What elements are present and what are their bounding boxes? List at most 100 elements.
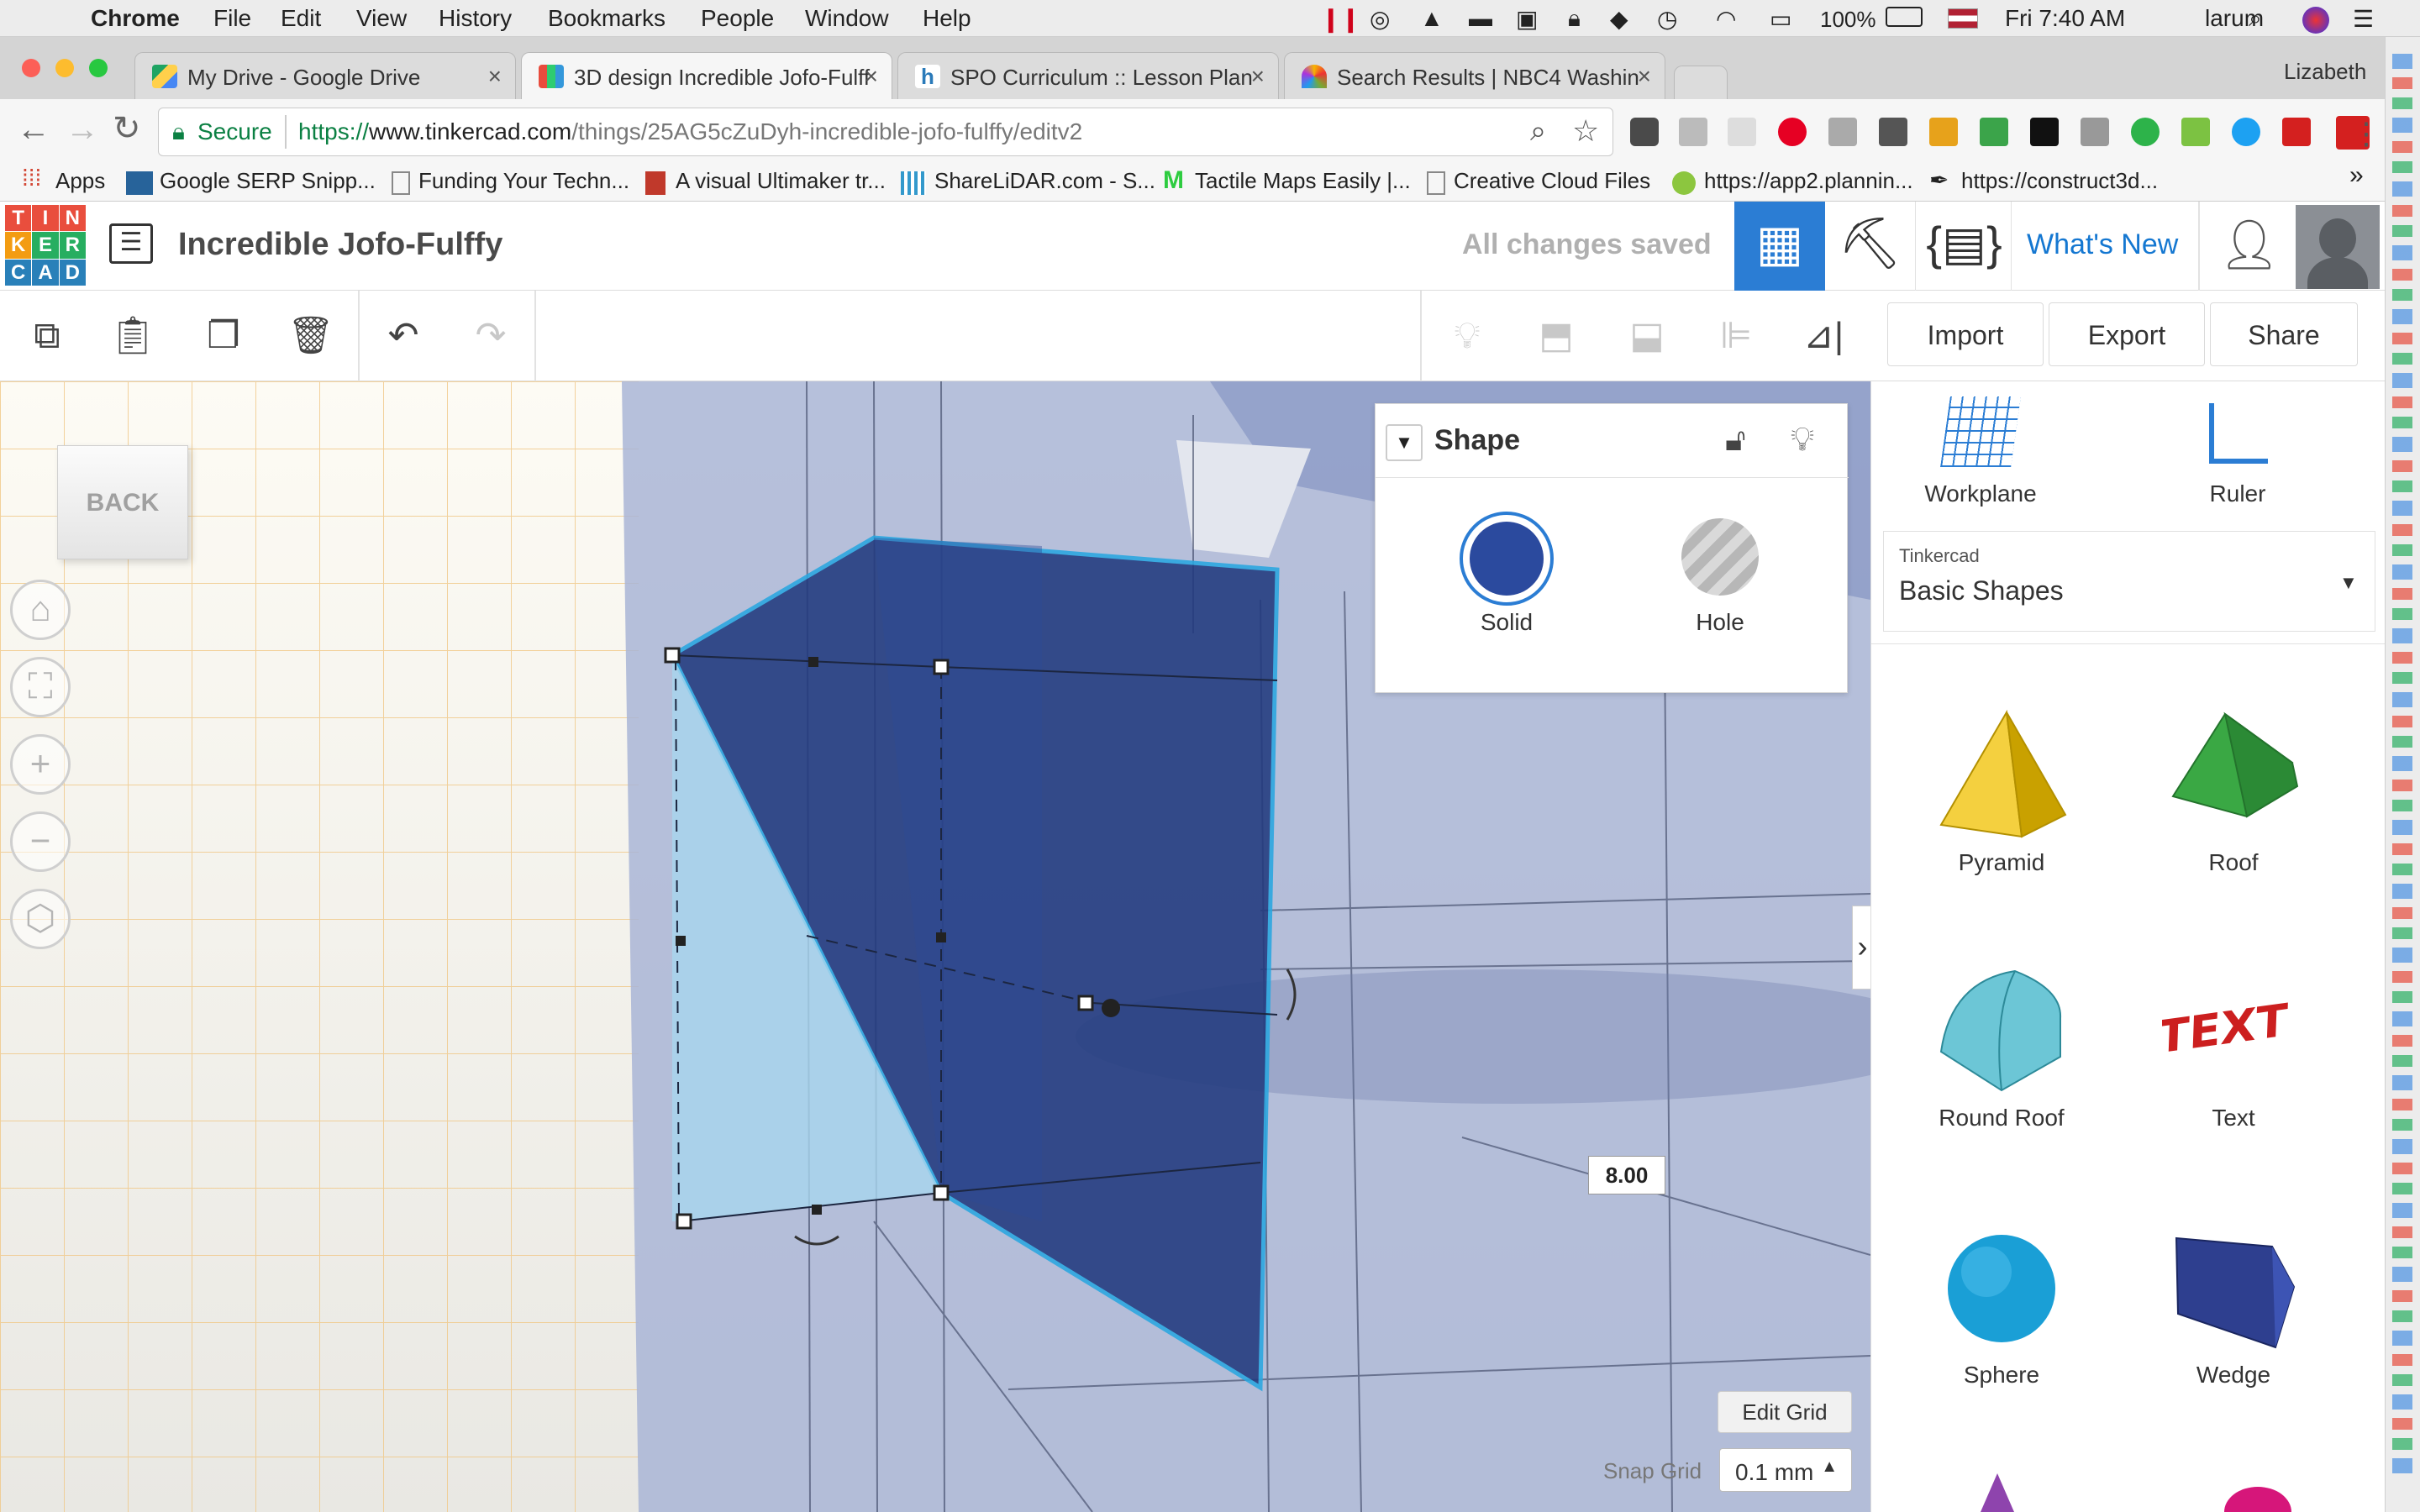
fit-view-icon[interactable]: ⛶: [10, 657, 71, 717]
menu-app-name[interactable]: Chrome: [91, 5, 180, 32]
ungroup-icon[interactable]: ⬓: [1622, 311, 1672, 361]
lightbulb-icon[interactable]: 💡︎: [1442, 311, 1492, 361]
close-tab-icon[interactable]: ×: [1251, 63, 1265, 90]
collapse-inspector-chevron-icon[interactable]: ▼: [1386, 424, 1423, 461]
avatar[interactable]: [2296, 205, 2380, 289]
shape-sphere[interactable]: Sphere: [1897, 1221, 2107, 1389]
tinkercad-logo[interactable]: T I N K E R C A D: [5, 205, 86, 286]
snap-grid-select[interactable]: 0.1 mm ▲: [1719, 1448, 1852, 1492]
collapse-panel-chevron-icon[interactable]: ›: [1852, 906, 1870, 990]
undo-icon[interactable]: ↶: [378, 311, 429, 361]
extension-icon[interactable]: [1728, 118, 1756, 146]
menu-file[interactable]: File: [213, 5, 251, 32]
paste-icon[interactable]: 📋︎: [108, 311, 158, 361]
edit-grid-button[interactable]: Edit Grid: [1718, 1391, 1852, 1433]
menu-edit[interactable]: Edit: [281, 5, 321, 32]
battery-icon[interactable]: [1886, 7, 1923, 27]
extension-icon[interactable]: [1929, 118, 1958, 146]
extension-icon[interactable]: [1679, 118, 1707, 146]
unlock-icon[interactable]: 🔓︎: [1725, 423, 1746, 459]
shape-pyramid[interactable]: Pyramid: [1897, 709, 2107, 876]
window-close-button[interactable]: [22, 59, 40, 77]
heart-shape-icon[interactable]: [2199, 1482, 2291, 1512]
zoom-out-icon[interactable]: −: [10, 811, 71, 872]
window-zoom-button[interactable]: [89, 59, 108, 77]
handle[interactable]: [664, 647, 681, 664]
whats-new-link[interactable]: What's New: [2027, 228, 2178, 261]
download-icon[interactable]: [2131, 118, 2160, 146]
tab-spo-curriculum[interactable]: h SPO Curriculum :: Lesson Plan ×: [897, 52, 1279, 99]
time-machine-icon[interactable]: ◷: [1657, 5, 1677, 33]
library-select[interactable]: Tinkercad Basic Shapes ▼: [1883, 531, 2375, 632]
mirror-icon[interactable]: ⊿|: [1798, 311, 1849, 361]
extension-icon[interactable]: [1980, 118, 2008, 146]
camera-icon[interactable]: [2081, 118, 2109, 146]
zoom-in-icon[interactable]: +: [10, 734, 71, 795]
perspective-icon[interactable]: ⬡: [10, 889, 71, 949]
handle[interactable]: [1077, 995, 1094, 1011]
apps-icon[interactable]: ⁞⁞⁞: [22, 165, 41, 192]
tab-google-drive[interactable]: My Drive - Google Drive ×: [134, 52, 516, 99]
bookmark-tactile-maps[interactable]: Tactile Maps Easily |...: [1195, 168, 1411, 194]
bookmark-planning[interactable]: https://app2.plannin...: [1704, 168, 1913, 194]
handle[interactable]: [933, 1184, 950, 1201]
close-tab-icon[interactable]: ×: [488, 63, 502, 90]
shape-roof[interactable]: Roof: [2128, 709, 2338, 876]
handle[interactable]: [676, 1213, 692, 1230]
extension-icon[interactable]: [1828, 118, 1857, 146]
tab-nbc4[interactable]: Search Results | NBC4 Washin ×: [1284, 52, 1665, 99]
codeblocks-icon[interactable]: {▤}: [1918, 202, 2012, 291]
close-tab-icon[interactable]: ×: [1638, 63, 1651, 90]
menu-history[interactable]: History: [439, 5, 512, 32]
window-minimize-button[interactable]: [55, 59, 74, 77]
copy-icon[interactable]: ⧉: [22, 311, 72, 361]
menu-window[interactable]: Window: [805, 5, 889, 32]
ruler-icon[interactable]: [2209, 403, 2268, 464]
evernote-extension-icon[interactable]: [1630, 118, 1659, 146]
tab-tinkercad[interactable]: 3D design Incredible Jofo-Fulff ×: [521, 52, 892, 100]
back-icon[interactable]: ←: [17, 111, 50, 149]
minecraft-pickaxe-icon[interactable]: ⛏: [1825, 202, 1916, 291]
url-text[interactable]: https://www.tinkercad.com/things/25AG5cZ…: [298, 118, 1082, 145]
delete-trash-icon[interactable]: 🗑︎: [286, 311, 336, 361]
pdf-icon[interactable]: [2282, 118, 2311, 146]
evernote-icon[interactable]: ◆: [1610, 5, 1628, 33]
design-list-icon[interactable]: ☰: [109, 223, 153, 264]
status-icon[interactable]: ▬: [1469, 5, 1492, 32]
menu-view[interactable]: View: [356, 5, 407, 32]
pinterest-icon[interactable]: [1778, 118, 1807, 146]
group-icon[interactable]: ⬒: [1531, 311, 1581, 361]
close-tab-icon[interactable]: ×: [865, 63, 878, 90]
reload-icon[interactable]: ↻: [113, 109, 141, 148]
airplay-icon[interactable]: ▭: [1770, 5, 1791, 33]
bookmark-star-icon[interactable]: ☆: [1572, 113, 1599, 149]
wifi-icon[interactable]: ◠: [1716, 5, 1736, 33]
cast-icon[interactable]: [1879, 118, 1907, 146]
bookmark-construct3d[interactable]: https://construct3d...: [1961, 168, 2158, 194]
bookmark-google-serp[interactable]: Google SERP Snipp...: [160, 168, 376, 194]
menu-help[interactable]: Help: [923, 5, 971, 32]
bookmark-creative-cloud[interactable]: Creative Cloud Files: [1454, 168, 1650, 194]
status-icon[interactable]: ◎: [1370, 5, 1390, 33]
shape-round-roof[interactable]: Round Roof: [1897, 964, 2107, 1131]
ruler-label[interactable]: Ruler: [2154, 480, 2322, 507]
home-view-icon[interactable]: ⌂: [10, 580, 71, 640]
align-icon[interactable]: ⊫: [1711, 311, 1761, 361]
bookmark-sharelidar[interactable]: ShareLiDAR.com - S...: [934, 168, 1155, 194]
siri-icon[interactable]: [2302, 7, 2329, 34]
hole-button[interactable]: [1681, 518, 1759, 596]
workplane-icon[interactable]: [1940, 396, 2021, 467]
address-bar[interactable]: 🔒︎ Secure https://www.tinkercad.com/thin…: [158, 108, 1613, 156]
zoom-icon[interactable]: ⌕: [1530, 115, 1546, 148]
star-shape-icon[interactable]: [1964, 1473, 2056, 1512]
twitter-icon[interactable]: [2232, 118, 2260, 146]
3d-view-grid-icon[interactable]: ▦: [1734, 202, 1825, 291]
secure-lock-icon[interactable]: 🔒︎: [172, 118, 185, 146]
menubar-clock[interactable]: Fri 7:40 AM: [2005, 5, 2125, 32]
workplane-label[interactable]: Workplane: [1897, 480, 2065, 507]
amazon-icon[interactable]: [2030, 118, 2059, 146]
design-title[interactable]: Incredible Jofo-Fulffy: [178, 227, 502, 263]
new-tab-button[interactable]: [1674, 66, 1728, 99]
handle[interactable]: [933, 659, 950, 675]
invite-user-icon[interactable]: 👤︎: [2218, 217, 2281, 274]
